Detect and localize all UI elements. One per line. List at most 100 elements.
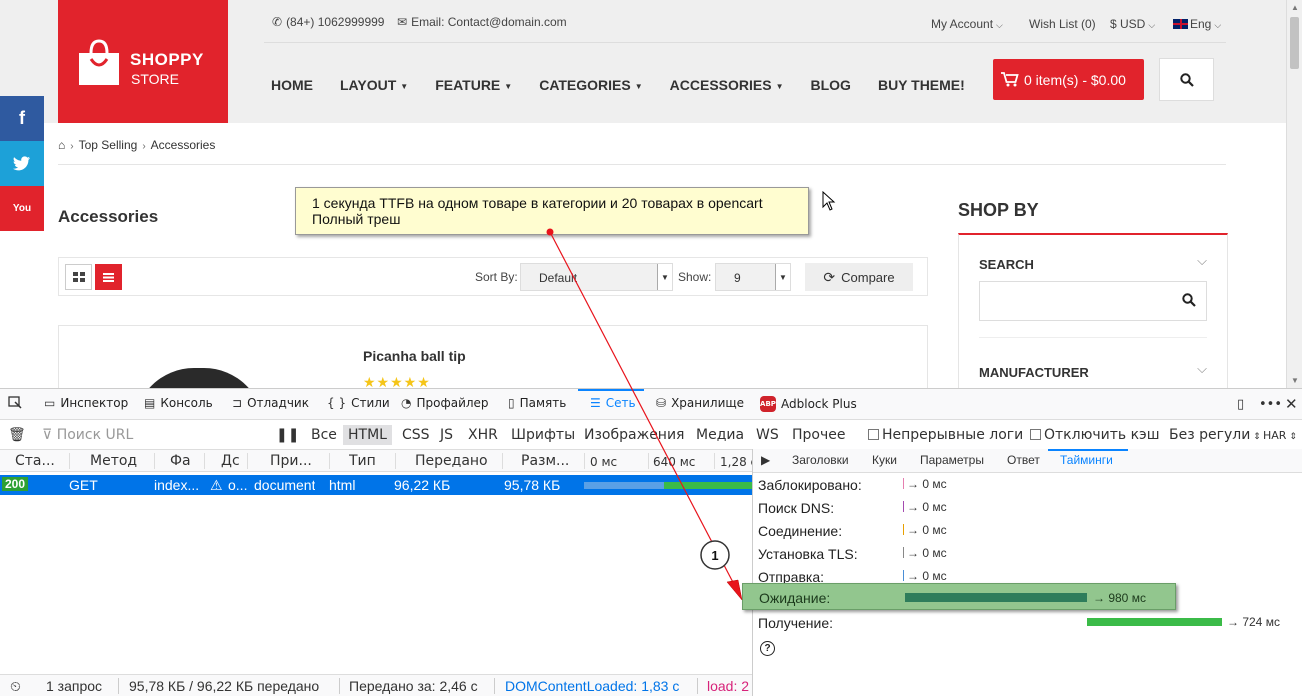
tab-console[interactable]: ▤ Консоль [144,396,213,410]
filter-fonts[interactable]: Шрифты [511,427,575,443]
filter-css[interactable]: CSS [402,427,430,443]
filter-ws[interactable]: WS [756,427,779,443]
tab-profiler[interactable]: ◔ Профайлер [401,396,489,410]
tab-response[interactable]: Ответ [1007,453,1040,467]
home-icon[interactable]: ⌂ [58,138,65,152]
tab-headers[interactable]: Заголовки [792,453,849,467]
throttling-select[interactable]: Без регули ⇕ [1169,427,1261,443]
nav-layout[interactable]: LAYOUT ▼ [340,77,408,93]
element-picker-icon[interactable] [8,396,22,409]
youtube-icon[interactable]: You [0,186,44,231]
product-name[interactable]: Picanha ball tip [363,348,466,364]
col-file[interactable]: Фа [170,453,191,469]
nav-home[interactable]: HOME [271,77,313,93]
filter-html[interactable]: HTML [343,425,392,445]
grid-view-button[interactable] [65,264,92,290]
col-type[interactable]: Тип [349,453,376,469]
tab-styles[interactable]: { } Стили [327,396,390,410]
disable-cache-checkbox[interactable]: Отключить кэш [1030,427,1160,443]
twitter-icon[interactable] [0,141,44,186]
url-filter-input[interactable]: ⊽ Поиск URL [42,427,133,443]
request-size: 95,78 КБ [504,477,561,493]
col-waterfall-640[interactable]: 640 мс [653,455,695,469]
product-image[interactable] [134,368,264,388]
nav-blog[interactable]: BLOG [811,77,851,93]
tab-adblock[interactable]: ABP Adblock Plus [760,396,857,412]
filter-js[interactable]: JS [440,427,453,443]
chevron-down-icon: ⌵ [1148,20,1156,30]
filter-manufacturer-title[interactable]: MANUFACTURER [979,365,1089,380]
scroll-thumb[interactable] [1290,17,1299,69]
currency-menu[interactable]: $ USD ⌵ [1110,17,1155,31]
search-icon[interactable] [1182,293,1196,307]
col-cause[interactable]: При... [270,453,312,469]
filter-xhr[interactable]: XHR [468,427,498,443]
pause-icon[interactable]: ❚❚ [276,427,299,443]
tab-cookies[interactable]: Куки [872,453,897,467]
persist-logs-checkbox[interactable]: Непрерывные логи [868,427,1023,443]
nav-buy-theme[interactable]: BUY THEME! [878,77,965,93]
filter-images[interactable]: Изображения [584,427,684,443]
tab-inspector[interactable]: ▭ Инспектор [44,396,128,410]
profiler-icon: ◔ [401,396,412,410]
tab-params[interactable]: Параметры [920,453,984,467]
language-menu[interactable]: Eng ⌵ [1173,17,1221,31]
breadcrumb-accessories[interactable]: Accessories [151,138,216,152]
filter-search-title[interactable]: SEARCH [979,257,1034,272]
tab-memory[interactable]: ▯ Память [508,396,566,410]
facebook-icon[interactable]: f [0,96,44,141]
cart-button[interactable]: 0 item(s) - $0.00 [993,59,1144,100]
col-size[interactable]: Разм... [521,453,569,469]
col-domain[interactable]: Дс [221,453,240,469]
list-view-button[interactable] [95,264,122,290]
nav-categories[interactable]: CATEGORIES ▼ [539,77,642,93]
my-account-menu[interactable]: My Account ⌵ [931,17,1003,31]
trash-icon[interactable]: 🗑 [8,427,26,443]
caret-down-icon: ▼ [775,81,784,91]
sort-select[interactable]: Default ▼ [520,263,673,291]
more-options-icon[interactable]: ••• [1259,397,1282,412]
wish-list-link[interactable]: Wish List (0) [1029,17,1096,31]
shop-by-panel: SEARCH ⌵ MANUFACTURER ⌵ [958,233,1228,388]
tab-storage[interactable]: ⛁ Хранилище [656,396,744,410]
caret-down-icon: ▼ [504,81,513,91]
show-select[interactable]: 9 ▼ [715,263,791,291]
filter-all[interactable]: Все [311,427,337,443]
page-scrollbar[interactable]: ▲ ▼ [1286,0,1302,388]
col-waterfall-0[interactable]: 0 мс [590,455,617,469]
network-icon: ☰ [590,396,601,410]
dock-icon[interactable]: ▯ [1237,397,1244,412]
har-menu[interactable]: HAR ⇕ [1263,429,1297,442]
timing-blocked-value: → 0 мс [903,477,947,491]
page-title: Accessories [58,207,159,226]
tab-debugger[interactable]: ⊐ Отладчик [232,396,309,410]
nav-feature[interactable]: FEATURE ▼ [435,77,512,93]
help-icon[interactable]: ? [760,641,775,656]
compare-button[interactable]: ⟳ Compare [805,263,913,291]
request-row[interactable]: 200 GET index... ⚠ o... document html 96… [0,475,752,495]
col-method[interactable]: Метод [90,453,137,469]
col-status[interactable]: Ста... [15,453,63,469]
breadcrumb-top-selling[interactable]: Top Selling [79,138,138,152]
tab-timings[interactable]: Тайминги [1060,453,1113,467]
shopping-bag-icon [79,39,119,85]
active-tab-indicator [578,389,644,391]
chevron-down-icon[interactable]: ⌵ [1197,361,1207,377]
header-search-button[interactable] [1159,58,1214,101]
scroll-up-arrow-icon[interactable]: ▲ [1291,3,1299,12]
filter-search-input[interactable] [979,281,1207,321]
col-transferred[interactable]: Передано [415,453,488,469]
breadcrumb: ⌂ › Top Selling › Accessories [58,138,216,152]
close-icon[interactable]: ✕ [1285,395,1298,413]
tab-network[interactable]: ☰ Сеть [590,396,636,410]
nav-accessories[interactable]: ACCESSORIES ▼ [670,77,784,93]
panel-splitter[interactable] [752,449,753,696]
timing-receive-bar [1087,618,1222,626]
filter-other[interactable]: Прочее [792,427,845,443]
store-logo[interactable]: SHOPPY STORE [58,0,228,123]
toggle-sidebar-icon[interactable]: ▶ [761,453,770,467]
product-toolbar: Sort By: Default ▼ Show: 9 ▼ ⟳ Compare [58,257,928,296]
filter-media[interactable]: Медиа [696,427,744,443]
chevron-down-icon[interactable]: ⌵ [1197,253,1207,269]
scroll-down-arrow-icon[interactable]: ▼ [1291,376,1299,385]
